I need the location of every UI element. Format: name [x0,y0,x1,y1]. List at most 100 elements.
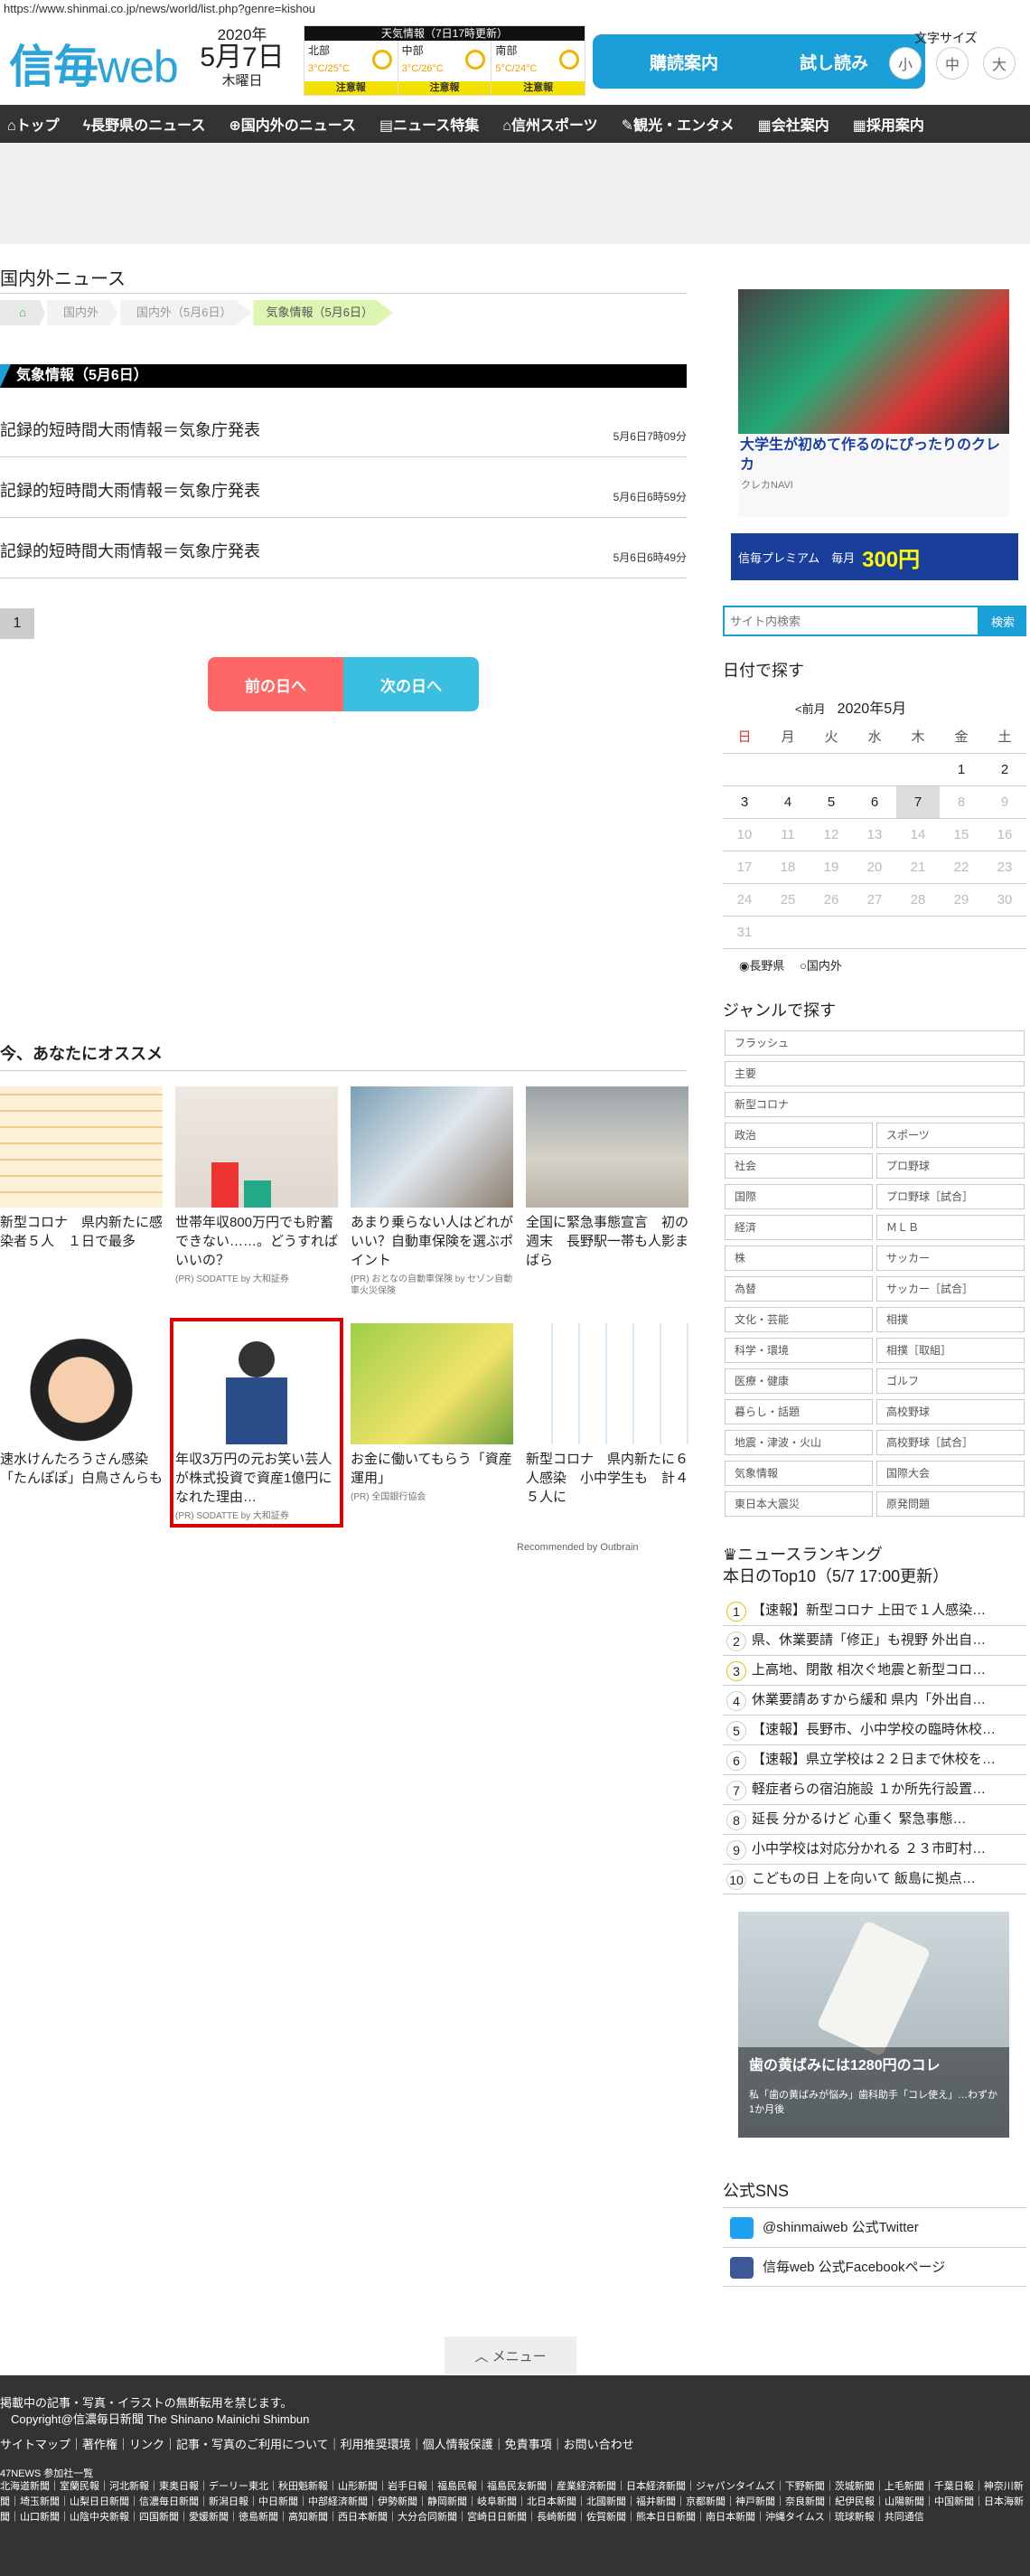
genre-button[interactable]: 相撲［取組］ [876,1338,1025,1363]
ranking-title-text: 軽症者らの宿泊施設 １か所先行設置… [752,1782,987,1797]
article-item[interactable]: 記録的短時間大雨情報＝気象庁発表 5月6日6時59分 [0,467,687,518]
ranking-item[interactable]: 7 軽症者らの宿泊施設 １か所先行設置… [723,1775,1026,1805]
genre-button[interactable]: サッカー［試合］ [876,1276,1025,1302]
genre-button[interactable]: スポーツ [876,1123,1025,1148]
prev-month-link[interactable]: <前月 [795,702,826,716]
font-size-small-button[interactable]: 小 [889,47,922,80]
article-title[interactable]: 記録的短時間大雨情報＝気象庁発表 [0,478,260,502]
genre-button[interactable]: 暮らし・話題 [725,1399,873,1424]
genre-button[interactable]: 為替 [725,1276,873,1302]
genre-button[interactable]: 社会 [725,1153,873,1179]
breadcrumb-item[interactable]: 国内外 [47,300,119,325]
nav-top[interactable]: ⌂トップ [7,113,60,135]
global-nav: ⌂トップ ϟ長野県のニュース ⊕国内外のニュース ▤ニュース特集 ⌂信州スポーツ… [0,105,1030,143]
genre-button[interactable]: プロ野球 [876,1153,1025,1179]
genre-button[interactable]: 新型コロナ [725,1092,1025,1117]
genre-button[interactable]: ゴルフ [876,1368,1025,1394]
nav-nagano[interactable]: ϟ長野県のニュース [83,113,206,135]
article-item[interactable]: 記録的短時間大雨情報＝気象庁発表 5月6日6時49分 [0,528,687,578]
ranking-item[interactable]: 1 【速報】新型コロナ 上田で１人感染… [723,1596,1026,1626]
nav-feature[interactable]: ▤ニュース特集 [379,113,479,135]
genre-button[interactable]: 国際 [725,1184,873,1209]
recommend-card[interactable]: 世帯年収800万円でも貯蓄できない……。どうすればいいの？ (PR) SODAT… [175,1086,338,1285]
site-logo[interactable]: 信毎web [9,31,179,96]
genre-button[interactable]: 高校野球［試合］ [876,1430,1025,1455]
day-cell[interactable]: 6 [853,786,896,818]
next-day-button[interactable]: 次の日へ [343,657,479,711]
weather-box[interactable]: 天気情報（7日17時更新） 北部 3°C/25°C 注意報 中部 3°C/26°… [304,25,585,96]
genre-button[interactable]: 気象情報 [725,1461,873,1486]
recommend-card-highlighted[interactable]: 年収3万円の元お笑い芸人が株式投資で資産1億円になれた理由… (PR) SODA… [170,1318,343,1528]
genre-button[interactable]: 相撲 [876,1307,1025,1332]
font-size-medium-button[interactable]: 中 [936,47,969,80]
article-title[interactable]: 記録的短時間大雨情報＝気象庁発表 [0,539,260,562]
search-input[interactable] [723,606,979,636]
article-title[interactable]: 記録的短時間大雨情報＝気象庁発表 [0,418,260,441]
recommend-card[interactable]: 新型コロナ 県内新たに感染者５人 １日で最多 [0,1086,163,1251]
genre-button[interactable]: 原発問題 [876,1491,1025,1517]
filter-world[interactable]: ○国内外 [800,959,842,973]
day-cell[interactable]: 4 [766,786,810,818]
breadcrumb-item[interactable]: 国内外（5月6日） [120,300,252,325]
recommend-card[interactable]: 新型コロナ 県内新たに６人感染 小中学生も 計４５人に [526,1323,688,1507]
genre-button[interactable]: 政治 [725,1123,873,1148]
recommend-card[interactable]: 全国に緊急事態宣言 初の週末 長野駅一帯も人影まばら [526,1086,688,1270]
genre-button[interactable]: ＭＬＢ [876,1215,1025,1240]
nav-entertainment[interactable]: ✎観光・エンタメ [622,113,735,135]
top-ad-banner[interactable] [0,143,1030,244]
sidebar-ad[interactable]: 大学生が初めて作るのにぴったりのクレカ クレカNAVI [738,289,1009,517]
genre-button[interactable]: 東日本大震災 [725,1491,873,1517]
weather-warning: 注意報 [304,81,398,95]
ranking-item[interactable]: 4 休業要請あすから緩和 県内「外出自… [723,1686,1026,1716]
nav-recruit[interactable]: ▦採用案内 [853,113,924,135]
footer-links[interactable]: サイトマップ｜著作権｜リンク｜記事・写真のご利用について｜利用推奨環境｜個人情報… [0,2435,634,2452]
font-size-large-button[interactable]: 大 [983,47,1016,80]
ranking-item[interactable]: 5 【速報】長野市、小中学校の臨時休校… [723,1716,1026,1745]
page-number[interactable]: 1 [0,608,34,639]
day-cell-today[interactable]: 7 [896,786,940,818]
calendar-week: 24 25 26 27 28 29 30 [723,884,1026,917]
premium-banner[interactable]: 信毎プレミアム 毎月 300円 [731,533,1018,580]
genre-button[interactable]: サッカー [876,1246,1025,1271]
ranking-item[interactable]: 8 延長 分かるけど 心重く 緊急事態… [723,1805,1026,1835]
sidebar-ad[interactable]: 歯の黄ばみには1280円のコレ 私「歯の黄ばみが悩み」歯科助手「コレ使え」…わず… [738,1912,1009,2138]
nav-label: 採用案内 [866,118,924,134]
day-cell[interactable]: 2 [983,754,1026,785]
day-cell[interactable]: 5 [810,786,853,818]
ranking-item[interactable]: 9 小中学校は対応分かれる ２３市町村… [723,1835,1026,1865]
ranking-item[interactable]: 3 上高地、閉散 相次ぐ地震と新型コロ… [723,1656,1026,1686]
genre-button[interactable]: 地震・津波・火山 [725,1430,873,1455]
outbrain-credit[interactable]: Recommended by Outbrain [517,1542,639,1553]
genre-button[interactable]: 文化・芸能 [725,1307,873,1332]
genre-button[interactable]: 科学・環境 [725,1338,873,1363]
genre-button[interactable]: 経済 [725,1215,873,1240]
nav-world[interactable]: ⊕国内外のニュース [229,113,356,135]
twitter-link[interactable]: @shinmaiweb 公式Twitter [723,2207,1026,2247]
search-button[interactable]: 検索 [979,606,1026,636]
nav-sports[interactable]: ⌂信州スポーツ [502,113,597,135]
genre-button[interactable]: 国際大会 [876,1461,1025,1486]
prev-day-button[interactable]: 前の日へ [208,657,343,711]
genre-button[interactable]: 医療・健康 [725,1368,873,1394]
recommend-card[interactable]: あまり乗らない人はどれがいい？自動車保険を選ぶポイント (PR) おとなの自動車… [351,1086,513,1297]
ranking-item[interactable]: 6 【速報】県立学校は２２日まで休校を… [723,1745,1026,1775]
ranking-item[interactable]: 10 こどもの日 上を向いて 飯島に拠点… [723,1865,1026,1894]
day-cell[interactable]: 3 [723,786,766,818]
filter-nagano[interactable]: ◉長野県 [739,959,784,973]
nav-company[interactable]: ▦会社案内 [758,113,829,135]
genre-button[interactable]: 高校野球 [876,1399,1025,1424]
menu-button[interactable]: ︿ メニュー [445,2336,576,2374]
day-cell[interactable]: 1 [940,754,983,785]
ranking-item[interactable]: 2 県、休業要請「修正」も視野 外出自… [723,1626,1026,1656]
genre-button[interactable]: プロ野球［試合］ [876,1184,1025,1209]
genre-search-title: ジャンルで探す [723,1001,837,1020]
breadcrumb-home[interactable]: ⌂ [0,300,45,325]
genre-button[interactable]: 株 [725,1246,873,1271]
genre-button[interactable]: フラッシュ [725,1030,1025,1056]
recommend-card[interactable]: 速水けんたろうさん感染 「たんぽぽ」白鳥さんらも [0,1323,163,1488]
recommend-card[interactable]: お金に働いてもらう「資産運用」 (PR) 全国銀行協会 [351,1323,513,1503]
genre-button[interactable]: 主要 [725,1061,1025,1086]
footer-member-papers[interactable]: 北海道新聞｜室蘭民報｜河北新報｜東奥日報｜デーリー東北｜秋田魁新報｜山形新聞｜岩… [0,2479,1030,2525]
article-item[interactable]: 記録的短時間大雨情報＝気象庁発表 5月6日7時09分 [0,407,687,457]
facebook-link[interactable]: 信毎web 公式Facebookページ [723,2247,1026,2287]
